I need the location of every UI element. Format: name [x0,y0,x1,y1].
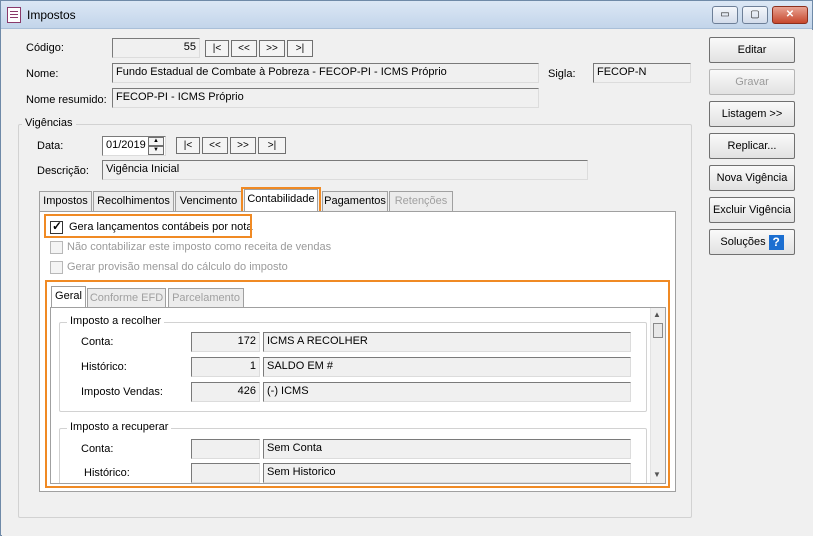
scroll-down-icon[interactable]: ▼ [653,470,661,479]
recolher-conta-label: Conta: [81,336,114,348]
impostos-window: Impostos ▭ ▢ ✕ Código: 55 |< << >> >| No… [0,0,813,536]
nome-label: Nome: [26,68,59,80]
sigla-label: Sigla: [548,68,576,80]
recuperar-conta-label: Conta: [81,443,114,455]
last-record-button[interactable]: >| [287,40,313,57]
codigo-field[interactable]: 55 [112,38,200,58]
geral-scrollbar[interactable]: ▲ ▼ [650,308,665,483]
recolher-historico-desc: SALDO EM # [263,357,631,377]
listagem-button[interactable]: Listagem >> [709,101,795,127]
last-vigencia-button[interactable]: >| [258,137,286,154]
recuperar-title: Imposto a recuperar [67,421,172,433]
codigo-label: Código: [26,42,64,54]
imposto-vendas-desc: (-) ICMS [263,382,631,402]
minimize-icon[interactable]: ▭ [712,6,738,24]
nao-contabilizar-checkbox [50,241,63,254]
tab-recolhimentos[interactable]: Recolhimentos [93,191,174,211]
window-title: Impostos [27,8,76,22]
recuperar-historico-code[interactable] [191,463,260,483]
nome-resumido-label: Nome resumido: [26,94,107,106]
form-icon [7,7,21,23]
descricao-field[interactable]: Vigência Inicial [102,160,588,180]
tab-pagamentos[interactable]: Pagamentos [322,191,388,211]
excluir-vigencia-button[interactable]: Excluir Vigência [709,197,795,223]
close-icon[interactable]: ✕ [772,6,808,24]
gerar-provisao-label: Gerar provisão mensal do cálculo do impo… [67,261,288,273]
recuperar-historico-desc: Sem Historico [263,463,631,483]
recolher-conta-code[interactable]: 172 [191,332,260,352]
solucoes-label: Soluções [720,236,766,248]
gerar-provisao-checkbox [50,261,63,274]
recolher-conta-desc: ICMS A RECOLHER [263,332,631,352]
scroll-up-icon[interactable]: ▲ [653,310,661,319]
data-spinner[interactable]: ▲ ▼ [148,137,164,155]
client-area: Código: 55 |< << >> >| Nome: Fundo Estad… [2,30,813,536]
geral-panel: Imposto a recolher Conta: 172 ICMS A REC… [50,307,666,484]
prev-record-button[interactable]: << [231,40,257,57]
sigla-field[interactable]: FECOP-N [593,63,691,83]
recuperar-conta-code[interactable] [191,439,260,459]
recolher-historico-code[interactable]: 1 [191,357,260,377]
help-icon: ? [768,234,784,250]
title-bar: Impostos ▭ ▢ ✕ [1,1,812,29]
prev-vigencia-button[interactable]: << [202,137,228,154]
imposto-vendas-label: Imposto Vendas: [81,386,163,398]
subtab-conforme-efd: Conforme EFD [87,288,166,308]
scroll-thumb[interactable] [653,323,663,338]
tab-highlight [241,187,321,213]
gravar-button[interactable]: Gravar [709,69,795,95]
next-record-button[interactable]: >> [259,40,285,57]
data-label: Data: [37,140,64,152]
vigencias-title: Vigências [22,117,76,129]
replicar-button[interactable]: Replicar... [709,133,795,159]
first-record-button[interactable]: |< [205,40,229,57]
recolher-title: Imposto a recolher [67,315,165,327]
spin-down-icon[interactable]: ▼ [148,146,164,155]
first-vigencia-button[interactable]: |< [176,137,200,154]
tab-retencoes: Retenções [389,191,453,211]
next-vigencia-button[interactable]: >> [230,137,256,154]
imposto-vendas-code[interactable]: 426 [191,382,260,402]
nao-contabilizar-label: Não contabilizar este imposto como recei… [67,241,332,253]
tab-impostos[interactable]: Impostos [39,191,92,211]
editar-button[interactable]: Editar [709,37,795,63]
nome-field[interactable]: Fundo Estadual de Combate à Pobreza - FE… [112,63,539,83]
tab-vencimento[interactable]: Vencimento [175,191,242,211]
maximize-icon[interactable]: ▢ [742,6,768,24]
checkbox-highlight [44,214,252,238]
subtab-parcelamento: Parcelamento [168,288,244,308]
descricao-label: Descrição: [37,165,89,177]
nome-resumido-field[interactable]: FECOP-PI - ICMS Próprio [112,88,539,108]
recolher-historico-label: Histórico: [81,361,127,373]
nova-vigencia-button[interactable]: Nova Vigência [709,165,795,191]
solucoes-button[interactable]: Soluções? [709,229,795,255]
recuperar-conta-desc: Sem Conta [263,439,631,459]
recuperar-historico-label: Histórico: [84,467,130,479]
subtab-geral[interactable]: Geral [51,286,86,308]
spin-up-icon[interactable]: ▲ [148,137,164,146]
